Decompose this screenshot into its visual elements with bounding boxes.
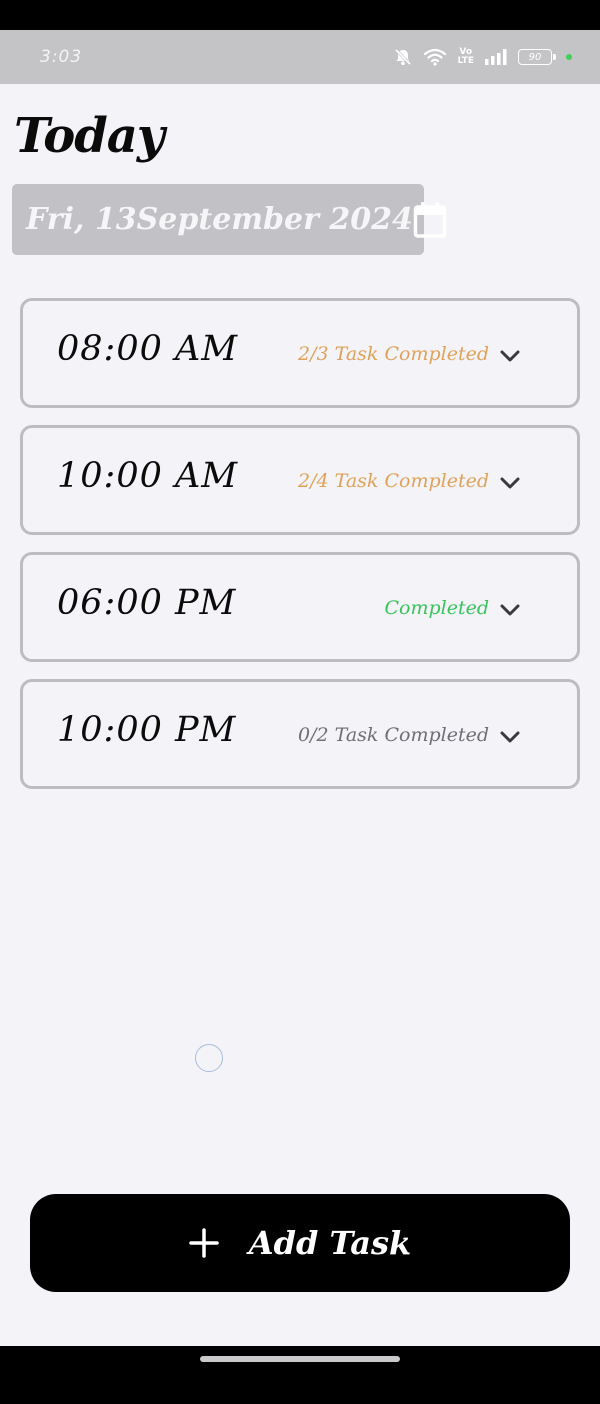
navigation-bar [0,1346,600,1404]
battery-icon: 90 [518,49,556,65]
touch-indicator [195,1044,223,1072]
slot-time: 10:00 AM [57,456,239,496]
calendar-icon[interactable] [413,201,447,239]
wifi-icon [423,48,447,66]
chevron-down-icon[interactable] [499,345,521,367]
add-task-button[interactable]: Add Task [30,1194,570,1292]
slot-status: 2/4 Task Completed [298,470,489,492]
slot-time: 10:00 PM [57,710,237,750]
chevron-down-icon[interactable] [499,726,521,748]
time-slot-card[interactable]: 10:00 PM 0/2 Task Completed [20,679,580,789]
chevron-down-icon[interactable] [499,599,521,621]
slot-status: 2/3 Task Completed [298,343,489,365]
time-slot-card[interactable]: 08:00 AM 2/3 Task Completed [20,298,580,408]
app-screen: Today Fri, 13September 2024 08:00 AM 2/3… [0,84,600,1346]
date-picker[interactable]: Fri, 13September 2024 [12,184,447,255]
slot-status: Completed [384,597,489,619]
plus-icon [189,1228,219,1258]
add-task-label: Add Task [248,1224,412,1262]
home-indicator[interactable] [200,1356,400,1362]
status-time: 3:03 [40,47,83,67]
privacy-indicator [566,54,572,60]
selected-date: Fri, 13September 2024 [26,202,413,237]
status-icons: Vo LTE 90 [393,47,572,67]
camera-area [0,0,600,30]
chevron-down-icon[interactable] [499,472,521,494]
slot-time: 08:00 AM [57,329,239,369]
signal-icon [484,49,508,65]
status-bar: 3:03 Vo LTE 90 [0,30,600,84]
slot-time: 06:00 PM [57,583,237,623]
time-slot-card[interactable]: 10:00 AM 2/4 Task Completed [20,425,580,535]
mute-bell-icon [393,47,413,67]
battery-level: 90 [528,51,542,63]
page-title: Today [14,108,165,164]
slot-status: 0/2 Task Completed [298,724,489,746]
time-slot-card[interactable]: 06:00 PM Completed [20,552,580,662]
volte-icon: Vo LTE [457,47,474,66]
